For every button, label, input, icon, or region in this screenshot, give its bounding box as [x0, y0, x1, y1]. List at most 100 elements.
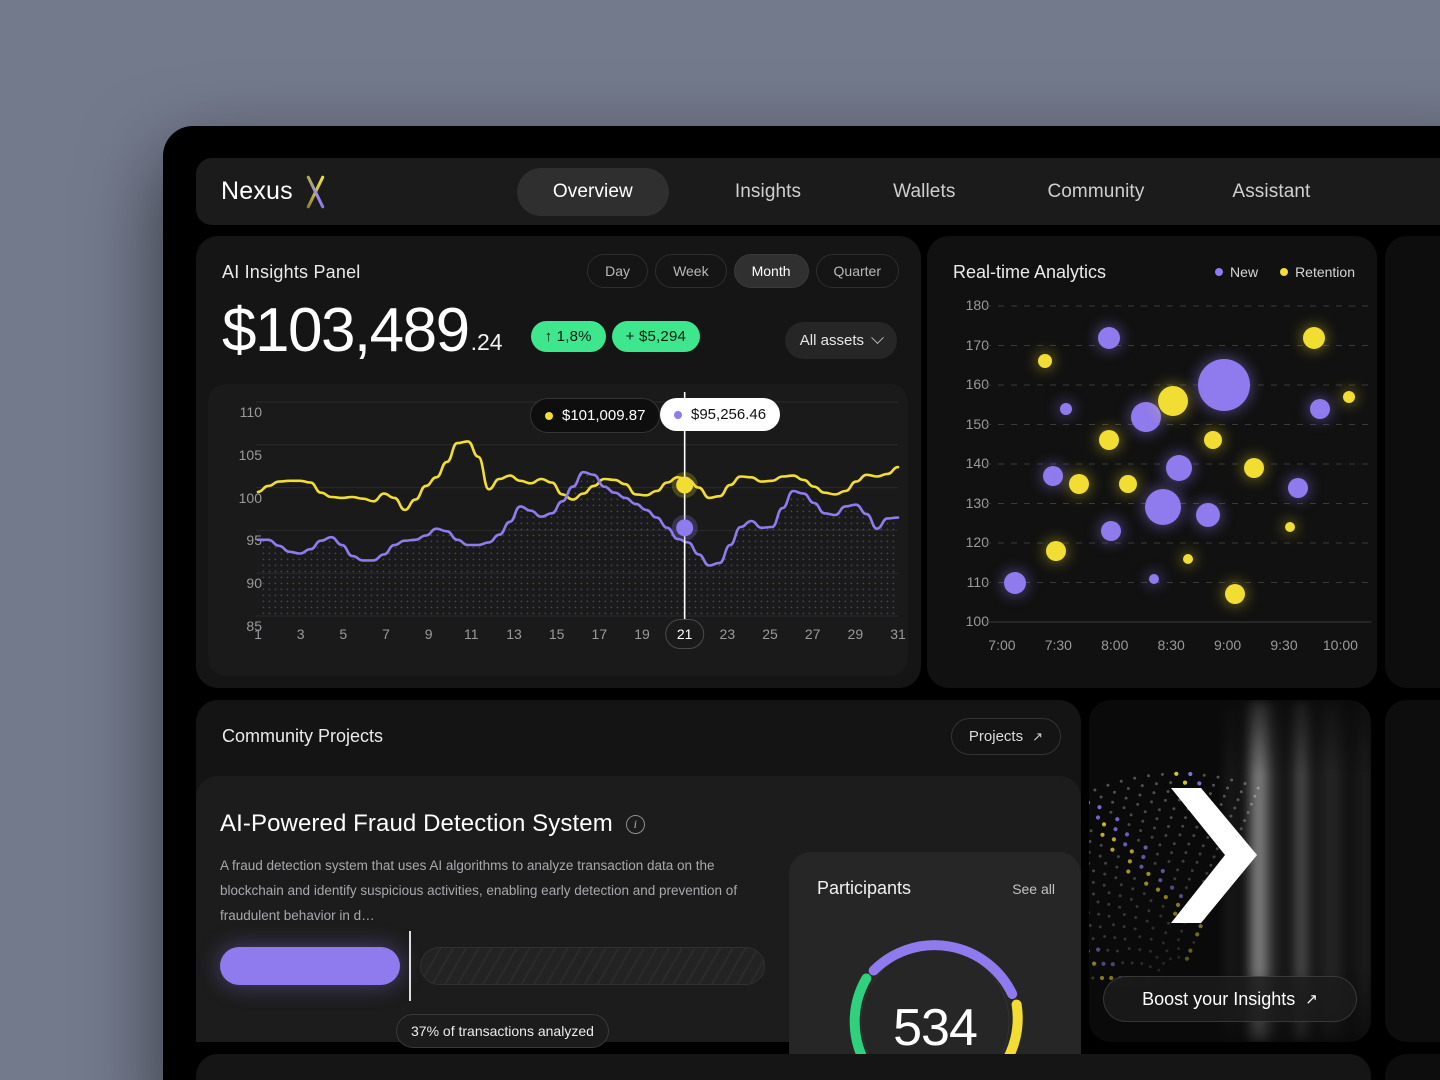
line-chart-x-axis: 1 3 5 7 9 11 13 15 17 19 21 23 25 27 29 31 — [254, 619, 906, 660]
scatter-bubble[interactable] — [1149, 573, 1160, 584]
tooltip-new-value: $95,256.46 — [691, 406, 767, 423]
scatter-bubble[interactable] — [1284, 522, 1295, 533]
scatter-bubble[interactable] — [1068, 473, 1089, 494]
scatter-bubble[interactable] — [1303, 326, 1326, 349]
scatter-x-tick: 7:30 — [1044, 637, 1072, 653]
right-cutoff-card-top — [1385, 236, 1440, 688]
scatter-bubble[interactable] — [1037, 354, 1052, 369]
scatter-bubble[interactable] — [1098, 326, 1121, 349]
line-x-tick[interactable]: 9 — [425, 626, 433, 642]
projects-button-label: Projects — [968, 728, 1024, 745]
scatter-chart[interactable]: 180 170 160 150 140 130 120 110 100 7:00 7:30 8:00… — [927, 292, 1377, 688]
range-quarter[interactable]: Quarter — [815, 254, 899, 288]
line-x-tick[interactable]: 21 — [664, 619, 705, 649]
scatter-bubble[interactable] — [1119, 474, 1138, 493]
scatter-bubble[interactable] — [1101, 521, 1122, 542]
progress-bar[interactable] — [220, 931, 765, 1001]
range-day[interactable]: Day — [587, 254, 649, 288]
line-x-tick[interactable]: 27 — [805, 626, 821, 642]
chart-point-marker — [676, 476, 694, 494]
project-title: AI-Powered Fraud Detection System — [220, 810, 613, 837]
tab-wallets[interactable]: Wallets — [865, 168, 983, 216]
scatter-x-axis: 7:00 7:30 8:00 8:30 9:00 9:30 10:00 — [927, 637, 1377, 667]
scatter-x-tick: 9:00 — [1213, 637, 1242, 653]
see-all-link[interactable]: See all — [1012, 881, 1055, 897]
line-x-tick[interactable]: 17 — [592, 626, 608, 642]
scatter-bubble[interactable] — [1060, 402, 1073, 415]
scatter-bubble[interactable] — [1099, 430, 1120, 451]
scatter-bubble[interactable] — [1042, 465, 1063, 486]
line-x-tick[interactable]: 15 — [549, 626, 565, 642]
line-x-tick[interactable]: 31 — [890, 626, 906, 642]
scatter-bubble[interactable] — [1004, 571, 1027, 594]
participants-card: Participants See all 534 Users — [789, 852, 1081, 1080]
scatter-x-tick: 8:00 — [1101, 637, 1129, 653]
range-week[interactable]: Week — [655, 254, 727, 288]
right-cutoff-card-bottom — [1385, 700, 1440, 1042]
scatter-bubble[interactable] — [1158, 385, 1189, 416]
line-x-tick[interactable]: 23 — [720, 626, 736, 642]
legend-new: New — [1215, 264, 1258, 280]
tab-insights[interactable]: Insights — [707, 168, 829, 216]
project-title-row: AI-Powered Fraud Detection System i — [220, 810, 645, 838]
scatter-x-tick: 7:00 — [988, 637, 1016, 653]
nav-tabs: Overview Insights Wallets Community Assi… — [516, 167, 1339, 216]
line-x-tick[interactable]: 13 — [506, 626, 522, 642]
scatter-bubble[interactable] — [1131, 401, 1162, 432]
scatter-bubble[interactable] — [1225, 584, 1246, 605]
tab-overview[interactable]: Overview — [516, 167, 669, 216]
scatter-bubble[interactable] — [1166, 454, 1193, 481]
range-selector: Day Week Month Quarter — [587, 254, 899, 288]
scatter-bubble[interactable] — [1203, 431, 1222, 450]
line-x-tick[interactable]: 5 — [339, 626, 347, 642]
scatter-bubble[interactable] — [1198, 359, 1251, 411]
scatter-bubble[interactable] — [1287, 477, 1308, 498]
app-logo[interactable]: Nexus — [221, 175, 331, 209]
screen: Nexus Overview Insights Wallets Communit… — [0, 0, 1440, 1080]
balance-line-chart[interactable]: 110 105 100 95 90 85 1 3 5 7 9 11 13 15 17 19 21 23 25 27 2… — [208, 384, 908, 676]
line-x-tick[interactable]: 1 — [254, 626, 262, 642]
progress-bar-fill — [220, 947, 400, 985]
info-icon[interactable]: i — [625, 814, 645, 834]
scatter-bubble[interactable] — [1343, 390, 1356, 403]
scatter-bubble[interactable] — [1046, 540, 1067, 561]
realtime-title: Real-time Analytics — [953, 262, 1107, 282]
line-x-tick[interactable]: 11 — [464, 626, 479, 642]
scatter-bubble[interactable] — [1243, 457, 1264, 478]
line-x-tick[interactable]: 19 — [634, 626, 650, 642]
brand-name: Nexus — [221, 177, 293, 205]
app-window: Nexus Overview Insights Wallets Communit… — [163, 126, 1440, 1080]
scatter-bubble[interactable] — [1196, 503, 1221, 528]
nexus-x-mark-icon — [301, 175, 331, 209]
project-card: AI-Powered Fraud Detection System i A fr… — [196, 776, 1081, 1080]
range-month[interactable]: Month — [733, 254, 809, 288]
arrow-up-right-icon: ↗ — [1305, 991, 1318, 1008]
projects-button[interactable]: Projects ↗ — [950, 718, 1061, 755]
tooltip-new: $95,256.46 — [660, 398, 781, 431]
arrow-up-right-icon: ↗ — [1032, 728, 1043, 744]
participants-count: 534 — [893, 999, 978, 1057]
community-projects-panel: Community Projects Projects ↗ AI-Powered… — [196, 700, 1081, 1080]
line-x-tick[interactable]: 25 — [762, 626, 778, 642]
scatter-bubble[interactable] — [1310, 398, 1331, 419]
tab-assistant[interactable]: Assistant — [1204, 168, 1338, 216]
assets-filter-label: All assets — [799, 332, 864, 349]
line-x-tick[interactable]: 29 — [848, 626, 864, 642]
boost-insights-button[interactable]: Boost your Insights ↗ — [1103, 976, 1357, 1022]
tooltip-retention: $101,009.87 — [530, 398, 661, 433]
legend-retention-label: Retention — [1295, 264, 1355, 280]
line-x-tick[interactable]: 3 — [297, 626, 305, 642]
assets-filter-dropdown[interactable]: All assets — [784, 322, 897, 359]
balance-amount: $103,489 — [222, 296, 470, 365]
tooltip-retention-value: $101,009.87 — [562, 407, 646, 424]
line-x-tick[interactable]: 7 — [382, 626, 390, 642]
scatter-bubble[interactable] — [1183, 553, 1194, 564]
bottom-right-cutoff-card — [1385, 1054, 1440, 1080]
scatter-bubble[interactable] — [1145, 489, 1182, 526]
boost-insights-card[interactable]: Boost your Insights ↗ — [1089, 700, 1371, 1042]
balance-cents: .24 — [470, 329, 503, 355]
chevron-down-icon — [871, 331, 884, 345]
progress-label-chip: 37% of transactions analyzed — [396, 1014, 609, 1048]
tab-community[interactable]: Community — [1019, 168, 1172, 216]
scatter-x-tick: 9:30 — [1270, 637, 1298, 653]
